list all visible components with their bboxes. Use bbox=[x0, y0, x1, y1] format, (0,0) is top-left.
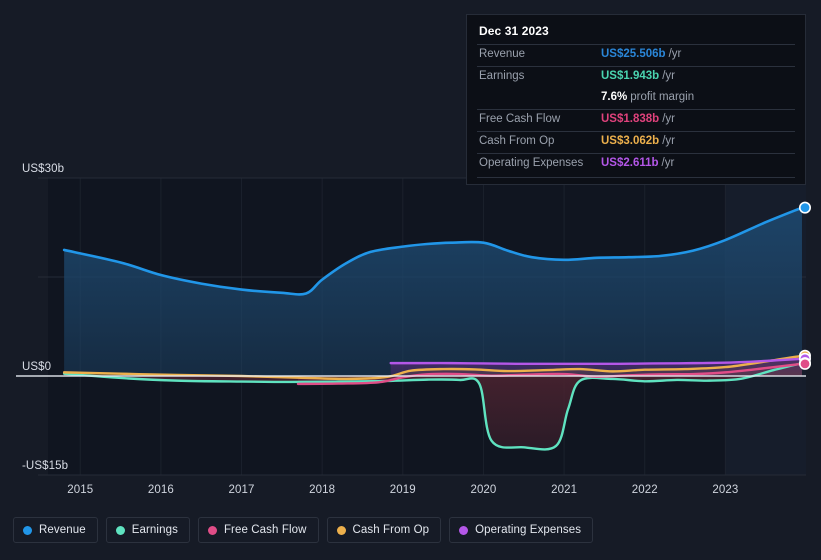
tooltip-row-value: US$3.062b/yr bbox=[601, 135, 675, 147]
chart-tooltip: Dec 31 2023 Revenue US$25.506b/yr Earnings… bbox=[466, 14, 806, 185]
tooltip-row: Revenue US$25.506b/yr bbox=[477, 44, 795, 66]
legend-color-dot-icon bbox=[336, 525, 346, 535]
tooltip-row-value: US$1.838b/yr bbox=[601, 113, 675, 125]
tooltip-row-suffix: /yr bbox=[661, 157, 675, 169]
legend-item-label: Free Cash Flow bbox=[223, 524, 307, 536]
y-tick-label: US$30b bbox=[22, 163, 65, 175]
legend-item-label: Operating Expenses bbox=[475, 524, 582, 536]
y-tick-label: US$0 bbox=[22, 361, 52, 373]
legend-color-dot-icon bbox=[115, 525, 125, 535]
x-tick-label: 2019 bbox=[389, 484, 416, 496]
tooltip-row-suffix: /yr bbox=[662, 135, 675, 147]
legend-item-operating-expenses[interactable]: Operating Expenses bbox=[449, 517, 594, 543]
tooltip-row-label: Revenue bbox=[479, 48, 526, 60]
tooltip-row-value: US$1.943b/yr bbox=[601, 70, 675, 82]
tooltip-row: 7.6% profit margin bbox=[477, 88, 795, 109]
tooltip-row: Operating Expenses US$2.611b/yr bbox=[477, 153, 795, 175]
x-tick-label: 2022 bbox=[631, 484, 658, 496]
legend-item-earnings[interactable]: Earnings bbox=[105, 517, 190, 543]
tooltip-row-suffix: /yr bbox=[662, 70, 675, 82]
x-tick-label: 2023 bbox=[712, 484, 739, 496]
tooltip-row-suffix: profit margin bbox=[630, 91, 695, 103]
tooltip-row: Free Cash Flow US$1.838b/yr bbox=[477, 109, 795, 131]
x-tick-label: 2017 bbox=[228, 484, 255, 496]
x-tick-label: 2021 bbox=[551, 484, 578, 496]
chart-legend[interactable]: Revenue Earnings Free Cash Flow Cash From O… bbox=[13, 517, 594, 543]
y-tick-label: -US$15b bbox=[22, 460, 69, 472]
financial-chart-app: US$30b US$0 -US$15b 2015 2016 2017 2018 2019 20… bbox=[0, 0, 821, 560]
legend-item-free-cash-flow[interactable]: Free Cash Flow bbox=[197, 517, 319, 543]
tooltip-row-label: Cash From Op bbox=[479, 135, 555, 147]
tooltip-row-value: 7.6% profit margin bbox=[601, 91, 695, 103]
tooltip-row-value: US$25.506b/yr bbox=[601, 48, 682, 60]
x-tick-label: 2018 bbox=[309, 484, 336, 496]
legend-item-cash-from-op[interactable]: Cash From Op bbox=[326, 517, 442, 543]
x-tick-label: 2020 bbox=[470, 484, 497, 496]
legend-item-revenue[interactable]: Revenue bbox=[13, 517, 98, 543]
tooltip-bottom-rule bbox=[477, 177, 795, 178]
legend-item-label: Cash From Op bbox=[352, 524, 430, 536]
tooltip-title: Dec 31 2023 bbox=[479, 24, 549, 38]
endpoint-marker-free-cash-flow bbox=[798, 357, 811, 370]
tooltip-row-label: Free Cash Flow bbox=[479, 113, 561, 125]
legend-item-label: Revenue bbox=[39, 524, 86, 536]
tooltip-row-suffix: /yr bbox=[662, 113, 675, 125]
legend-color-dot-icon bbox=[459, 525, 469, 535]
tooltip-row-label: Earnings bbox=[479, 70, 525, 82]
tooltip-row: Cash From Op US$3.062b/yr bbox=[477, 131, 795, 153]
legend-item-label: Earnings bbox=[131, 524, 178, 536]
tooltip-rows: Revenue US$25.506b/yr Earnings US$1.943b/yr… bbox=[477, 44, 795, 175]
tooltip-row-label: Operating Expenses bbox=[479, 157, 584, 169]
tooltip-row: Earnings US$1.943b/yr bbox=[477, 66, 795, 88]
legend-color-dot-icon bbox=[23, 525, 32, 535]
x-tick-label: 2016 bbox=[147, 484, 174, 496]
tooltip-row-value: US$2.611b/yr bbox=[601, 157, 675, 169]
tooltip-row-suffix: /yr bbox=[668, 48, 682, 60]
x-tick-label: 2015 bbox=[67, 484, 94, 496]
legend-color-dot-icon bbox=[207, 525, 217, 535]
endpoint-marker-revenue bbox=[798, 201, 811, 214]
